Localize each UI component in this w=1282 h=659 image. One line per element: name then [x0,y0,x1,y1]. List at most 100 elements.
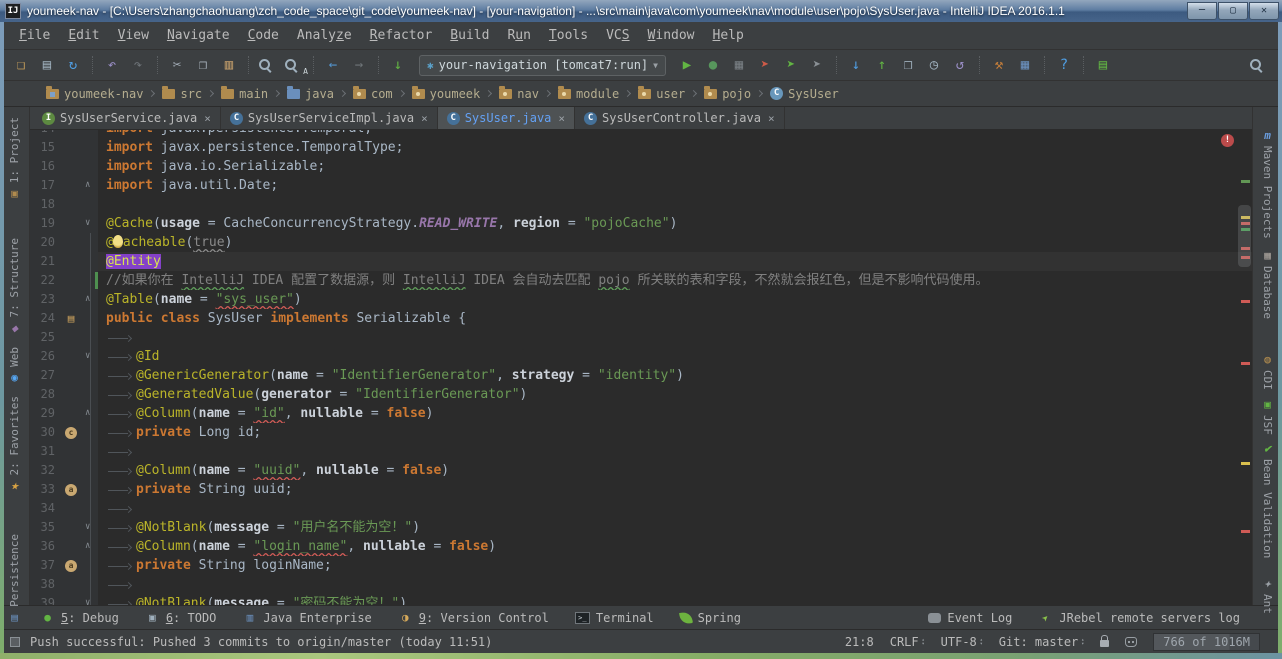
file-encoding[interactable]: UTF-8▴▾ [941,635,983,649]
menu-tools[interactable]: Tools [540,28,597,43]
crumb-sysuser[interactable]: CSysUser [770,87,839,101]
toolbar-vcs-commit-icon[interactable]: ↑ [870,54,894,76]
toolbar-vcs-update-icon[interactable]: ↓ [844,54,868,76]
code-text[interactable] [98,195,1252,214]
tool-button-jrebel-remote-servers-log[interactable]: ➤JRebel remote servers log [1038,611,1240,625]
toolbar-synchronize-icon[interactable]: ↻ [61,54,85,76]
toolbar-jrebel-debug-icon[interactable]: ➤ [779,54,803,76]
menu-build[interactable]: Build [441,28,498,43]
code-text[interactable]: @Column(name = "id", nullable = false) [98,404,1252,423]
toolbar-shelve-icon[interactable]: ❒ [896,54,920,76]
code-text[interactable]: @Entity [98,252,1252,271]
lock-icon[interactable] [1100,640,1109,647]
error-stripe-mark[interactable] [1241,530,1250,533]
toolbar-undo-icon[interactable]: ↶ [100,54,124,76]
error-stripe-mark[interactable] [1241,180,1250,183]
code-text[interactable]: private String loginName; [98,556,1252,575]
menu-run[interactable]: Run [498,28,539,43]
toolbar-annotate-lines-icon[interactable]: ↓ [386,54,410,76]
fold-marker[interactable]: ∨ [82,347,98,366]
tab-sysuser-java[interactable]: CSysUser.java× [438,107,575,129]
crumb-java[interactable]: java [287,87,334,101]
field-gutter-icon[interactable]: a [60,556,82,575]
toolbar-debug-icon[interactable]: ● [701,54,725,76]
fold-marker[interactable]: ∨ [82,214,98,233]
tab-sysusercontroller-java[interactable]: CSysUserController.java× [575,107,785,129]
code-text[interactable]: @Table(name = "sys_user") [98,290,1252,309]
toolbar-find-icon[interactable] [256,56,280,74]
fold-marker[interactable]: ∧ [82,537,98,556]
menu-window[interactable]: Window [639,28,704,43]
code-text[interactable]: private String uuid; [98,480,1252,499]
code-text[interactable]: import javax.persistence.Temporal; [98,130,1252,138]
menu-navigate[interactable]: Navigate [158,28,239,43]
field-gutter-icon[interactable]: a [60,480,82,499]
code-text[interactable] [98,442,1252,461]
tool-button-ant[interactable]: ✦Ant [1261,577,1274,614]
menu-vcs[interactable]: VCS [597,28,638,43]
menu-edit[interactable]: Edit [59,28,108,43]
error-stripe-mark[interactable] [1241,362,1250,365]
toolbar-back-icon[interactable]: ← [321,54,345,76]
tool-button-database[interactable]: ▦Database [1261,249,1274,319]
code-text[interactable]: //如果你在 IntelliJ IDEA 配置了数据源，则 IntelliJ I… [98,271,1252,290]
code-text[interactable]: @Id [98,347,1252,366]
hector-icon[interactable] [1125,637,1137,647]
tab-sysuserserviceimpl-java[interactable]: CSysUserServiceImpl.java× [221,107,438,129]
fold-marker[interactable]: ∧ [82,176,98,195]
toolbar-save-all-icon[interactable]: ▤ [35,54,59,76]
code-text[interactable] [98,575,1252,594]
crumb-main[interactable]: main [221,87,268,101]
crumb-pojo[interactable]: pojo [704,87,751,101]
toolbar-replace-icon[interactable]: A [282,56,306,74]
fold-marker[interactable]: ∨ [82,518,98,537]
tool-button-maven-projects[interactable]: mMaven Projects [1261,129,1274,239]
toolbar-history-icon[interactable]: ◷ [922,54,946,76]
code-text[interactable] [98,328,1252,347]
toolwindow-toggle-icon[interactable] [10,637,20,647]
toolbar-jrebel-profile-icon[interactable]: ➤ [805,54,829,76]
git-branch[interactable]: Git: master▴▾ [999,635,1085,649]
tool-button-cdi[interactable]: ◍CDI [1261,353,1274,390]
tool-button-5-debug[interactable]: ●5: Debug [40,611,119,625]
crumb-com[interactable]: com [353,87,393,101]
error-stripe-mark[interactable] [1241,300,1250,303]
tab-sysuserservice-java[interactable]: ISysUserService.java× [33,107,221,129]
menu-view[interactable]: View [109,28,158,43]
code-text[interactable]: @Column(name = "uuid", nullable = false) [98,461,1252,480]
tool-button-java-enterprise[interactable]: ▥Java Enterprise [242,611,371,625]
tool-button-9-version-control[interactable]: ◑9: Version Control [398,611,549,625]
field-gutter-icon[interactable]: c [60,423,82,442]
scrollbar-thumb[interactable] [1238,205,1251,267]
crumb-user[interactable]: user [638,87,685,101]
error-indicator-badge[interactable]: ! [1221,134,1234,147]
toolbar-search-everywhere-icon[interactable] [1247,56,1271,74]
code-text[interactable]: @GenericGenerator(name = "IdentifierGene… [98,366,1252,385]
tool-button-6-todo[interactable]: ▣6: TODO [145,611,217,625]
crumb-youmeek[interactable]: youmeek [412,87,481,101]
close-icon[interactable]: × [768,112,775,125]
tool-button-2-favorites[interactable]: 2: Favorites★ [8,396,21,492]
tool-button-jsf[interactable]: ▣JSF [1261,398,1274,435]
line-separator[interactable]: CRLF▴▾ [890,635,925,649]
code-text[interactable]: import java.io.Serializable; [98,157,1252,176]
toolbar-cut-icon[interactable]: ✂ [165,54,189,76]
menu-refactor[interactable]: Refactor [361,28,442,43]
maximize-button[interactable]: ▢ [1218,2,1248,20]
close-icon[interactable]: × [558,112,565,125]
tool-button-7-structure[interactable]: 7: Structure❖ [8,238,21,334]
error-stripe-mark[interactable] [1241,462,1250,465]
table-gutter-icon[interactable]: ▤ [60,309,82,328]
tool-button-spring[interactable]: Spring [680,611,741,625]
tool-button-1-project[interactable]: 1: Project▣ [8,117,21,200]
close-icon[interactable]: × [204,112,211,125]
toolbar-paste-icon[interactable]: ▥ [217,54,241,76]
code-text[interactable]: @acheable(true) [98,233,1252,252]
toolbar-jrebel-sync-icon[interactable]: ▤ [1091,54,1115,76]
code-text[interactable]: @Cache(usage = CacheConcurrencyStrategy.… [98,214,1252,233]
run-configuration-select[interactable]: ✱your-navigation [tomcat7:run]▼ [419,55,666,76]
code-text[interactable]: private Long id; [98,423,1252,442]
code-text[interactable]: public class SysUser implements Serializ… [98,309,1252,328]
toolbar-jrebel-run-icon[interactable]: ➤ [753,54,777,76]
code-text[interactable]: import javax.persistence.TemporalType; [98,138,1252,157]
